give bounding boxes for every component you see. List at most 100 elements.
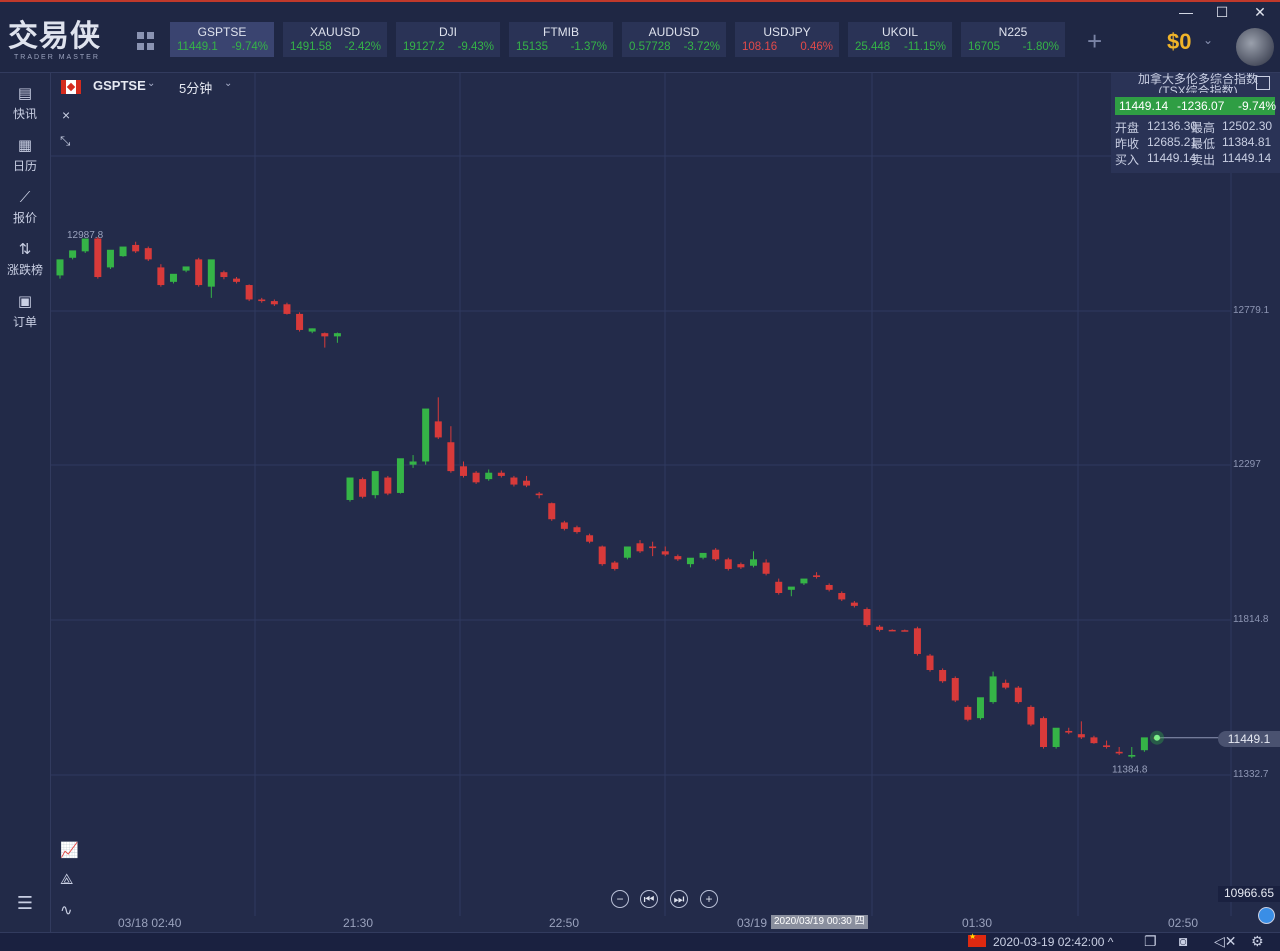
ticker-ukoil[interactable]: UKOIL 25.448 -11.15%: [848, 22, 952, 57]
sidebar-item-movers[interactable]: ⇅ 涨跌榜: [0, 239, 50, 278]
zoom-in-button[interactable]: +: [700, 890, 718, 908]
candle-body: [485, 472, 493, 480]
sidebar-item-calendar[interactable]: ▦ 日历: [0, 135, 50, 174]
maximize-button[interactable]: ☐: [1212, 2, 1232, 22]
camera-icon[interactable]: ◙: [1179, 933, 1187, 949]
candle-body: [939, 670, 947, 682]
window-icon[interactable]: ❐: [1144, 933, 1157, 950]
sidebar-item-quotes[interactable]: ⟋ 报价: [0, 187, 50, 226]
candle-body: [863, 609, 871, 626]
timeframe-selector[interactable]: 5分钟: [179, 78, 212, 97]
candle-body: [750, 559, 758, 566]
zoom-out-button[interactable]: −: [611, 890, 629, 908]
sidebar: ▤ 快讯 ▦ 日历 ⟋ 报价 ⇅ 涨跌榜 ▣ 订单 ☰: [0, 73, 51, 933]
price-chart[interactable]: 12987.8 11384.8: [51, 73, 1280, 932]
candle-body: [573, 527, 581, 533]
ticker-symbol: AUDUSD: [648, 25, 700, 39]
x-tick-label: 02:50: [1168, 916, 1199, 930]
china-flag-icon: [968, 932, 986, 947]
ticker-symbol: N225: [998, 25, 1028, 39]
account-balance[interactable]: $0: [1167, 29, 1191, 55]
ticker-dji[interactable]: DJI 19127.2 -9.43%: [396, 22, 500, 57]
logo-text: 交易侠: [8, 19, 101, 54]
pulse-icon[interactable]: ∿: [60, 901, 73, 919]
prev-close-label: 昨收: [1115, 137, 1140, 151]
candle-body: [56, 259, 64, 276]
settings-icon[interactable]: ⚙: [1251, 933, 1264, 950]
candle-body: [1002, 682, 1010, 688]
candle-body: [447, 442, 455, 472]
x-tick-label: 03/19: [737, 916, 768, 930]
ticker-symbol: XAUUSD: [309, 25, 360, 39]
chevron-down-icon[interactable]: ⌄: [224, 78, 232, 89]
chevron-down-icon[interactable]: ⌄: [147, 78, 155, 89]
ticker-change: -3.72%: [683, 41, 720, 53]
news-icon: ▤: [17, 85, 33, 102]
prev-close-value: 12685.21: [1147, 135, 1198, 149]
shrink-icon[interactable]: ⤡: [60, 133, 70, 149]
candle-body: [308, 328, 316, 332]
ask-value: 11449.14: [1222, 151, 1272, 165]
open-label: 开盘: [1115, 121, 1140, 135]
candle-body: [636, 543, 644, 552]
candle-body: [649, 546, 657, 549]
candle-body: [699, 552, 707, 558]
close-chart-icon[interactable]: ×: [62, 107, 70, 123]
candle-body: [207, 259, 215, 287]
mute-icon[interactable]: ◁✕: [1214, 933, 1237, 950]
high-label: 最高: [1191, 121, 1216, 135]
price-change-pct: -9.74%: [1238, 99, 1277, 113]
price-change: -1236.07: [1177, 99, 1225, 113]
ticker-xauusd[interactable]: XAUUSD 1491.58 -2.42%: [283, 22, 387, 57]
low-label: 最低: [1191, 137, 1216, 151]
sidebar-item-label: 报价: [12, 211, 37, 225]
drawing-tool-icon[interactable]: ⟁: [60, 871, 73, 888]
ticker-gsptse[interactable]: GSPTSE 11449.1 -9.74%: [170, 22, 274, 57]
ticker-price: 15135: [516, 41, 548, 53]
ticker-n225[interactable]: N225 16705 -1.80%: [961, 22, 1065, 57]
scroll-back-button[interactable]: ⏮: [640, 890, 658, 908]
add-ticker-button[interactable]: +: [1087, 26, 1102, 57]
order-clipboard-icon: ▣: [17, 293, 33, 310]
top-accent-line: [0, 0, 1280, 2]
app-logo: 交易侠 TRADER MASTER: [8, 20, 118, 64]
sidebar-item-orders[interactable]: ▣ 订单: [0, 291, 50, 330]
open-value: 12136.30: [1147, 119, 1198, 133]
sidebar-item-label: 涨跌榜: [6, 263, 43, 277]
candle-body: [901, 630, 909, 632]
sidebar-item-news[interactable]: ▤ 快讯: [0, 83, 50, 122]
ticker-audusd[interactable]: AUDUSD 0.57728 -3.72%: [622, 22, 726, 57]
candle-body: [169, 273, 177, 282]
bid-label: 买入: [1115, 153, 1140, 167]
candle-body: [459, 466, 467, 476]
y-tick-label: 11814.8: [1233, 614, 1269, 625]
ticker-symbol: FTMIB: [543, 25, 579, 39]
indicator-icon[interactable]: 📈: [60, 841, 79, 859]
auto-scale-icon[interactable]: [1258, 907, 1275, 924]
chevron-down-icon[interactable]: ⌄: [1203, 33, 1213, 47]
symbol-selector[interactable]: GSPTSE: [93, 78, 146, 93]
minimize-button[interactable]: —: [1176, 2, 1196, 22]
avatar[interactable]: [1236, 28, 1274, 66]
candle-body: [1115, 751, 1123, 754]
panel-toggle-icon[interactable]: [1256, 76, 1270, 90]
low-value: 11384.81: [1222, 135, 1272, 149]
ticker-price: 16705: [968, 41, 1000, 53]
sidebar-item-label: 订单: [12, 315, 37, 329]
ticker-ftmib[interactable]: FTMIB 15135 -1.37%: [509, 22, 613, 57]
candle-body: [1014, 687, 1022, 703]
candle-body: [220, 272, 228, 278]
close-button[interactable]: ✕: [1250, 2, 1270, 22]
menu-icon[interactable]: ☰: [0, 893, 50, 914]
candle-body: [850, 602, 858, 606]
candle-body: [69, 250, 77, 258]
candle-body: [523, 480, 531, 486]
last-price-dot: [1154, 734, 1160, 741]
ticker-usdjpy[interactable]: USDJPY 108.16 0.46%: [735, 22, 839, 57]
grid-menu-icon[interactable]: [137, 32, 155, 50]
info-row: 昨收 12685.21 最低 11384.81: [1115, 135, 1280, 151]
candlestick-chart[interactable]: 12987.8 11384.8: [51, 73, 1280, 932]
quote-chart-icon: ⟋: [19, 189, 31, 206]
chevron-up-icon[interactable]: ^: [1108, 935, 1114, 949]
scroll-forward-button[interactable]: ⏭: [670, 890, 688, 908]
